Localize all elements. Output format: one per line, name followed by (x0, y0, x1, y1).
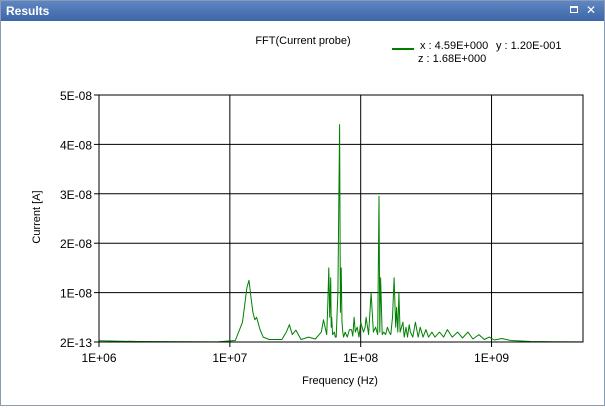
y-axis-label: Current [A] (31, 190, 43, 243)
x-tick-label: 1E+08 (343, 351, 378, 365)
plot-area: FFT(Current probe) x : 4.59E+000 y : 1.2… (1, 21, 604, 405)
readout-legend: x : 4.59E+000 y : 1.20E-001 z : 1.68E+00… (392, 40, 561, 65)
x-tick-label: 1E+07 (212, 351, 247, 365)
window-title: Results (6, 4, 50, 18)
tick-labels: 2E-13 1E-08 2E-08 3E-08 4E-08 5E-08 1E+06 1E+07… (60, 89, 509, 365)
fft-chart: FFT(Current probe) x : 4.59E+000 y : 1.2… (31, 35, 584, 387)
restore-button[interactable] (567, 3, 581, 17)
close-button[interactable]: ✕ (584, 3, 598, 17)
readout-x: x : 4.59E+000 (420, 40, 488, 52)
close-icon: ✕ (585, 3, 597, 17)
y-tick-label: 2E-08 (60, 237, 92, 251)
results-window: Results ✕ FFT(Current probe) x : 4.59E+0… (0, 0, 605, 406)
restore-icon (570, 6, 578, 13)
title-bar[interactable]: Results ✕ (1, 1, 604, 21)
x-tick-label: 1E+09 (474, 351, 509, 365)
series-line (98, 124, 584, 343)
chart-title: FFT(Current probe) (255, 35, 350, 47)
y-tick-label: 4E-08 (60, 138, 92, 152)
y-tick-label: 3E-08 (60, 188, 92, 202)
x-tick-label: 1E+06 (81, 351, 116, 365)
y-tick-label: 1E-08 (60, 287, 92, 301)
y-tick-label: 5E-08 (60, 89, 92, 103)
y-tick-label: 2E-13 (60, 336, 92, 350)
x-axis-label: Frequency (Hz) (302, 375, 378, 387)
readout-y: y : 1.20E-001 (496, 40, 561, 52)
readout-z: z : 1.68E+000 (418, 53, 486, 65)
series-layer (98, 124, 584, 343)
